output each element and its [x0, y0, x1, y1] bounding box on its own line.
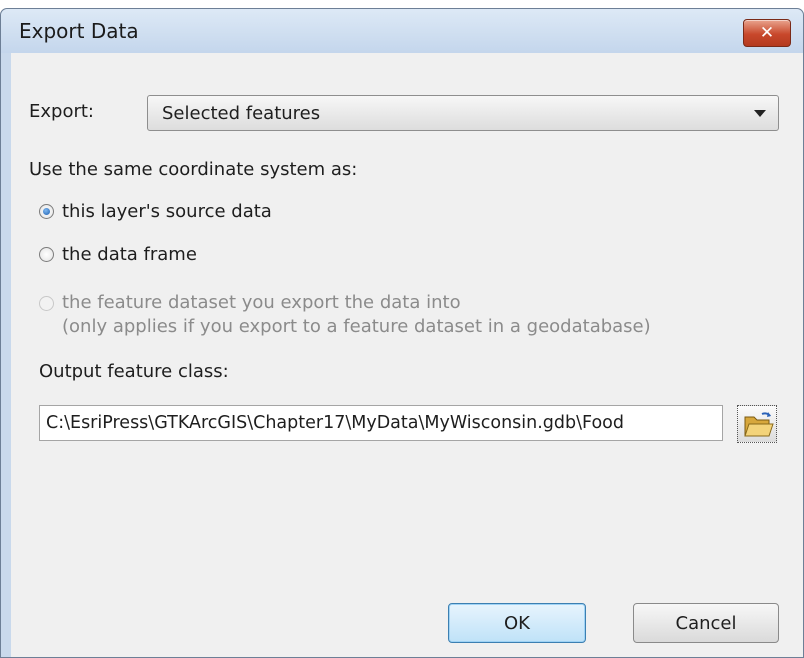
radio-label-data-frame: the data frame [62, 244, 197, 265]
export-label: Export: [29, 101, 94, 122]
close-button[interactable]: ✕ [743, 19, 791, 47]
radio-label-feature-dataset: the feature dataset you export the data … [62, 292, 461, 313]
radio-button-disabled [39, 296, 54, 311]
output-path-value: C:\EsriPress\GTKArcGIS\Chapter17\MyData\… [46, 413, 624, 433]
export-dropdown[interactable]: Selected features [147, 95, 779, 131]
dialog-body: Export: Selected features Use the same c… [11, 53, 803, 657]
coordinate-system-label: Use the same coordinate system as: [29, 159, 358, 180]
radio-option-layer-source[interactable]: this layer's source data [39, 201, 272, 222]
export-dropdown-value: Selected features [162, 103, 321, 124]
chevron-down-icon [754, 110, 766, 117]
close-icon: ✕ [759, 23, 775, 43]
output-path-input[interactable]: C:\EsriPress\GTKArcGIS\Chapter17\MyData\… [39, 405, 723, 441]
open-folder-icon [744, 412, 774, 437]
radio-label-feature-dataset-block: the feature dataset you export the data … [62, 291, 651, 339]
browse-button[interactable] [737, 405, 777, 443]
radio-button[interactable] [39, 247, 54, 262]
radio-option-data-frame[interactable]: the data frame [39, 244, 197, 265]
radio-button-checked[interactable] [39, 204, 54, 219]
radio-note-feature-dataset: (only applies if you export to a feature… [62, 316, 651, 337]
radio-label-layer-source: this layer's source data [62, 201, 272, 222]
radio-option-feature-dataset: the feature dataset you export the data … [39, 291, 651, 339]
title-bar[interactable]: Export Data ✕ [1, 9, 803, 53]
output-feature-class-label: Output feature class: [39, 361, 229, 382]
export-data-dialog: Export Data ✕ Export: Selected features … [0, 8, 804, 658]
cancel-button[interactable]: Cancel [633, 603, 779, 643]
dialog-title: Export Data [19, 19, 139, 43]
ok-button[interactable]: OK [448, 603, 586, 643]
